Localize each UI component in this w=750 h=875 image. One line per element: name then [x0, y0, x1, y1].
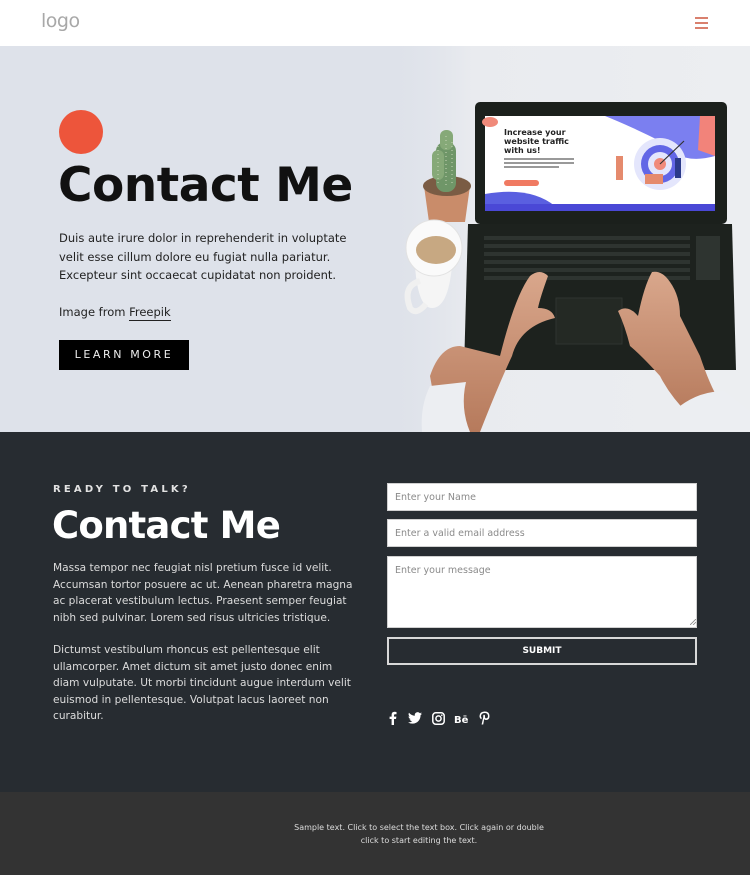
email-input[interactable] — [387, 519, 697, 547]
accent-dot — [59, 110, 103, 154]
image-credit: Image from Freepik — [59, 305, 171, 321]
hero-text: Duis aute irure dolor in reprehenderit i… — [59, 231, 347, 282]
footer-text[interactable]: Sample text. Click to select the text bo… — [289, 821, 549, 847]
logo[interactable]: logo — [41, 10, 80, 32]
contact-eyebrow: READY TO TALK? — [53, 484, 191, 495]
social-links: Bē — [387, 710, 490, 726]
learn-more-button[interactable]: LEARN MORE — [59, 340, 189, 370]
resize-grip-icon[interactable] — [690, 619, 696, 625]
hero-section: Contact Me Duis aute irure dolor in repr… — [0, 46, 750, 432]
laptop: Increase your website traffic with us! — [464, 102, 736, 370]
contact-title: Contact Me — [52, 504, 281, 547]
site-footer: Sample text. Click to select the text bo… — [0, 792, 750, 875]
svg-text:Bē: Bē — [454, 715, 469, 724]
screen-headline-line-1: Increase your — [504, 128, 566, 137]
behance-icon[interactable]: Bē — [454, 711, 469, 725]
twitter-icon[interactable] — [408, 711, 422, 725]
image-credit-prefix: Image from — [59, 305, 130, 319]
submit-button[interactable]: SUBMIT — [387, 637, 697, 665]
facebook-icon[interactable] — [387, 711, 399, 725]
hamburger-menu-icon[interactable] — [693, 14, 710, 31]
hero-title: Contact Me — [58, 158, 353, 213]
contact-paragraph-2: Dictumst vestibulum rhoncus est pellente… — [53, 644, 351, 722]
contact-paragraph-1: Massa tempor nec feugiat nisl pretium fu… — [53, 562, 353, 624]
site-header: logo — [0, 0, 750, 46]
freepik-link[interactable]: Freepik — [129, 305, 171, 321]
instagram-icon[interactable] — [431, 711, 445, 725]
hero-image: Increase your website traffic with us! — [380, 46, 750, 432]
name-input[interactable] — [387, 483, 697, 511]
screen-headline-line-3: with us! — [504, 146, 541, 155]
pinterest-icon[interactable] — [478, 711, 490, 725]
contact-section: READY TO TALK? Contact Me Massa tempor n… — [0, 432, 750, 792]
message-textarea[interactable] — [387, 556, 697, 628]
screen-headline-line-2: website traffic — [504, 137, 569, 146]
